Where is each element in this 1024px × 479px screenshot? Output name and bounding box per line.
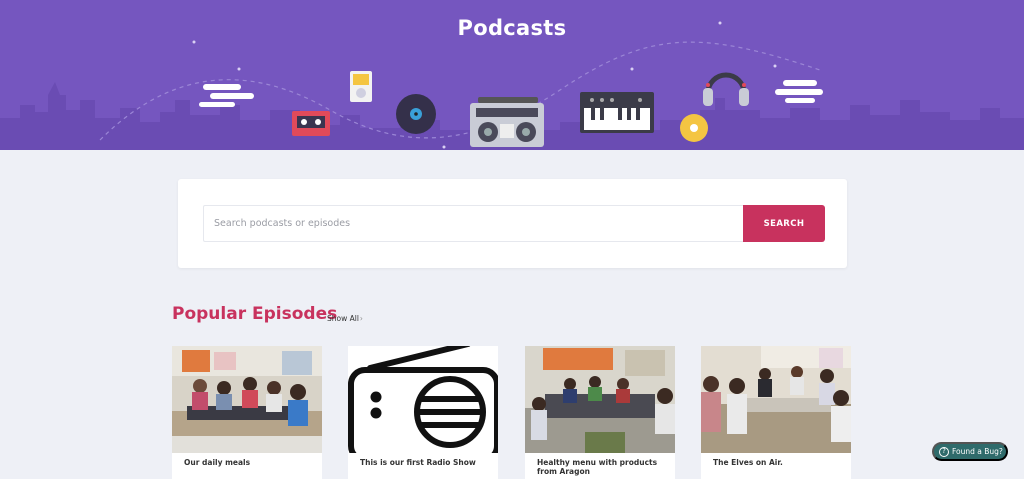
search-panel: SEARCH xyxy=(178,179,847,268)
episode-thumbnail xyxy=(701,346,851,453)
found-a-bug-label: Found a Bug? xyxy=(952,447,1003,456)
hero-banner: Podcasts xyxy=(0,0,1024,150)
episode-thumbnail xyxy=(348,346,498,453)
search-input[interactable] xyxy=(203,205,743,242)
found-a-bug-button[interactable]: ? Found a Bug? xyxy=(932,442,1008,461)
episode-card[interactable]: Healthy menu with products from Aragon xyxy=(525,346,675,479)
search-button[interactable]: SEARCH xyxy=(743,205,825,242)
show-all-link[interactable]: Show All› xyxy=(327,314,363,323)
episode-title: Our daily meals xyxy=(184,458,251,467)
show-all-label: Show All xyxy=(327,314,359,323)
episode-title: Healthy menu with products from Aragon xyxy=(537,458,658,476)
radio-icon xyxy=(348,346,498,453)
chevron-right-icon: › xyxy=(359,314,363,323)
page-title: Podcasts xyxy=(457,16,567,40)
episode-card[interactable]: This is our first Radio Show xyxy=(348,346,498,479)
popular-episodes-heading: Popular Episodes xyxy=(172,304,338,324)
episode-card[interactable]: The Elves on Air. xyxy=(701,346,851,479)
help-circle-icon: ? xyxy=(939,446,949,457)
episode-title: The Elves on Air. xyxy=(713,458,783,467)
episode-thumbnail xyxy=(172,346,322,453)
episode-thumbnail xyxy=(525,346,675,453)
episode-title: This is our first Radio Show xyxy=(360,458,476,467)
episode-card[interactable]: Our daily meals xyxy=(172,346,322,479)
